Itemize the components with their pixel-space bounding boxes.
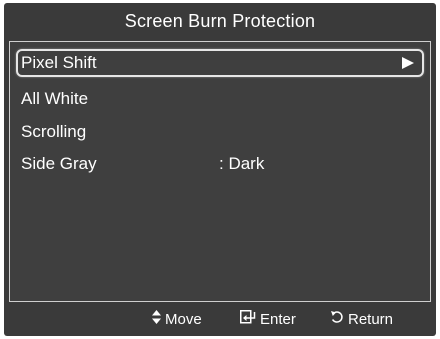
move-label: Move [165,311,202,328]
submenu-arrow-icon [402,57,414,69]
menu-item-label: Pixel Shift [21,53,97,72]
menu-item-label: All White [21,89,89,108]
return-hint: Return [330,304,393,336]
return-label: Return [348,311,394,328]
menu-item-label: Scrolling [21,122,87,141]
osd-window: Screen Burn Protection Pixel Shift All W… [4,3,436,336]
menu-title: Screen Burn Protection [124,11,316,31]
menu-item-pixel-shift[interactable]: Pixel Shift [16,49,424,77]
return-icon [330,304,344,336]
enter-icon [240,304,256,336]
move-hint: Move [152,304,202,336]
menu-item-scrolling[interactable]: Scrolling [16,118,424,146]
enter-label: Enter [260,311,296,328]
menu-panel: Pixel Shift All White Scrolling Side Gra… [9,41,431,302]
footer-hints: Move Enter Return [4,304,436,336]
menu-item-label: Side Gray [21,154,97,173]
enter-hint: Enter [240,304,296,336]
menu-item-value: : Dark [219,154,265,173]
up-down-arrows-icon [152,304,161,336]
menu-item-side-gray[interactable]: Side Gray : Dark [16,150,424,178]
menu-item-all-white[interactable]: All White [16,85,424,113]
